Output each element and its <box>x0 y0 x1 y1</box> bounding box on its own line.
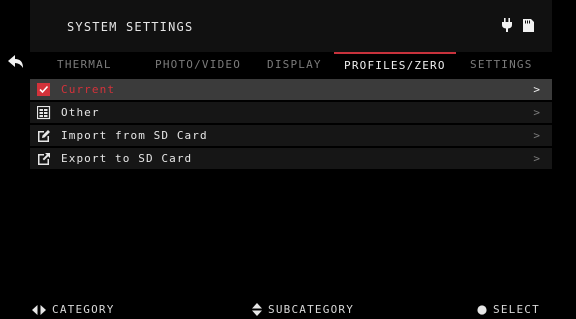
tab-profiles-zero[interactable]: PROFILES/ZERO <box>334 52 456 74</box>
plug-icon <box>501 18 513 32</box>
sd-card-icon <box>523 18 534 32</box>
tab-photo-video[interactable]: PHOTO/VIDEO <box>155 52 241 76</box>
left-right-arrows-icon <box>32 304 46 315</box>
select-hint: SELECT <box>477 303 540 316</box>
tab-thermal[interactable]: THERMAL <box>57 52 112 76</box>
header-bar: SYSTEM SETTINGS <box>30 0 552 52</box>
chevron-right-icon: > <box>533 106 540 119</box>
category-hint: CATEGORY <box>32 303 115 316</box>
list-item-label: Current <box>61 83 116 96</box>
list-item-label: Import from SD Card <box>61 129 208 142</box>
list-item-current[interactable]: Current > <box>30 79 552 100</box>
export-icon <box>37 151 51 165</box>
settings-list: Current > Other > Import from SD Card > … <box>30 79 552 171</box>
select-hint-label: SELECT <box>493 303 540 316</box>
chevron-right-icon: > <box>533 83 540 96</box>
checkbox-icon <box>37 82 51 96</box>
list-item-other[interactable]: Other > <box>30 102 552 123</box>
footer-hints: CATEGORY SUBCATEGORY SELECT <box>30 298 552 319</box>
page-title: SYSTEM SETTINGS <box>67 20 194 34</box>
chevron-right-icon: > <box>533 129 540 142</box>
chevron-right-icon: > <box>533 152 540 165</box>
edit-icon <box>37 128 51 142</box>
category-tabs: THERMAL PHOTO/VIDEO DISPLAY PROFILES/ZER… <box>30 52 552 76</box>
category-hint-label: CATEGORY <box>52 303 115 316</box>
tab-settings[interactable]: SETTINGS <box>470 52 533 76</box>
list-item-import-sd[interactable]: Import from SD Card > <box>30 125 552 146</box>
back-arrow-icon[interactable] <box>8 54 24 68</box>
up-down-arrows-icon <box>252 303 262 316</box>
status-icons <box>501 18 534 32</box>
list-item-export-sd[interactable]: Export to SD Card > <box>30 148 552 169</box>
grid-icon <box>36 105 51 120</box>
tab-display[interactable]: DISPLAY <box>267 52 322 76</box>
subcategory-hint-label: SUBCATEGORY <box>268 303 355 316</box>
list-item-label: Export to SD Card <box>61 152 193 165</box>
subcategory-hint: SUBCATEGORY <box>252 303 354 316</box>
circle-button-icon <box>477 304 487 315</box>
list-item-label: Other <box>61 106 100 119</box>
